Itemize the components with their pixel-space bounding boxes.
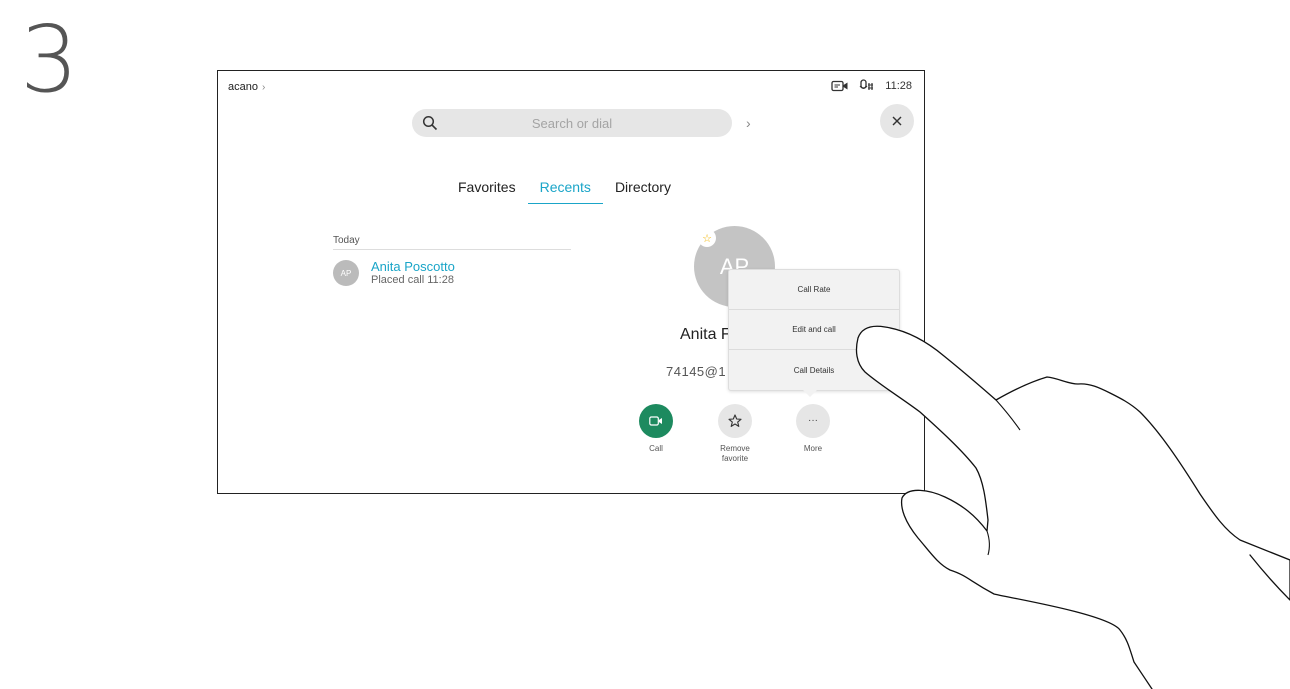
contact-name-heading: Anita F [680,326,731,343]
star-icon [728,414,742,427]
tab-bar: Favorites Recents Directory [446,179,683,204]
chevron-right-icon: › [261,81,266,93]
clock: 11:28 [885,80,912,92]
search-input[interactable] [412,109,732,137]
star-icon: ☆ [698,229,716,247]
contact-name: Anita Poscotto [371,259,455,274]
call-button[interactable] [639,404,673,438]
list-item[interactable]: AP Anita Poscotto Placed call 11:28 [333,260,571,286]
recents-list: Today AP Anita Poscotto Placed call 11:2… [333,235,571,286]
menu-item-call-rate[interactable]: Call Rate [729,270,899,310]
more-button[interactable]: ··· [796,404,830,438]
section-header: Today [333,235,571,250]
menu-item-edit-and-call[interactable]: Edit and call [729,310,899,350]
remove-favorite-label-1: Remove [720,444,750,453]
breadcrumb[interactable]: acano › [228,81,265,93]
avatar: AP [333,260,359,286]
camera-icon[interactable] [831,80,849,92]
menu-item-call-details[interactable]: Call Details [729,350,899,390]
status-bar: 11:28 [831,79,912,93]
menu-caret [803,390,817,397]
call-action: Call [626,404,686,454]
remove-favorite-action: Remove favorite [705,404,765,464]
more-label: More [803,444,823,453]
tab-recents[interactable]: Recents [527,179,603,204]
more-menu: Call Rate Edit and call Call Details [728,269,900,391]
call-detail: Placed call 11:28 [371,274,454,286]
search-bar[interactable] [412,109,732,137]
tab-directory[interactable]: Directory [603,179,683,204]
chevron-right-icon[interactable]: › [746,115,751,131]
remove-favorite-label-2: favorite [721,454,749,463]
microphone-icon[interactable] [859,79,875,93]
close-button[interactable] [880,104,914,138]
contact-uri: 74145@1 [666,364,727,379]
search-icon [422,115,438,136]
close-icon [892,116,902,126]
touch-panel-screen: acano › 11:28 › Favorites Recents Direct… [217,70,925,494]
call-label: Call [649,444,663,453]
video-call-icon [649,416,662,426]
remove-favorite-button[interactable] [718,404,752,438]
breadcrumb-label: acano [228,81,258,93]
step-number: 3 [20,6,79,113]
tab-favorites[interactable]: Favorites [446,179,528,204]
more-action: ··· More [783,404,843,454]
